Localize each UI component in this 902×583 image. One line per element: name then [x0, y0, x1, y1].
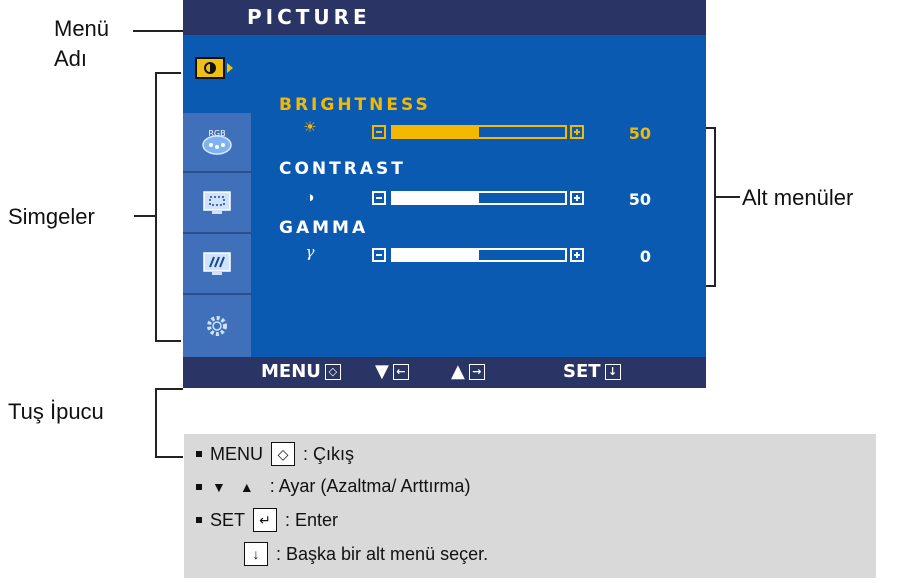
picture-icon-glyph — [204, 62, 216, 74]
right-arrow-icon: → — [468, 363, 485, 380]
menu-name-line1: Menü — [54, 16, 110, 41]
gamma-label[interactable]: GAMMA — [279, 218, 368, 238]
contrast-label[interactable]: CONTRAST — [279, 159, 406, 179]
gamma-icon: γ — [305, 243, 315, 261]
key-hint-bracket-bottom — [155, 456, 183, 458]
menu-name-leader — [133, 30, 183, 32]
brightness-label[interactable]: BRIGHTNESS — [279, 95, 431, 115]
down-triangle-icon: ▼ — [212, 478, 226, 495]
picture-icon-screen — [195, 57, 225, 79]
bullet-icon — [196, 517, 202, 523]
legend-set-desc: : Enter — [285, 509, 339, 530]
brightness-slider-fill — [393, 127, 479, 137]
settings-icon[interactable] — [183, 296, 251, 356]
down-arrow-key-icon: ↓ — [244, 542, 268, 566]
gamma-value: 0 — [639, 247, 651, 266]
contrast-minus-icon[interactable] — [372, 191, 386, 205]
legend-row-set: SET ↵ : Enter — [196, 508, 338, 532]
brightness-slider[interactable] — [391, 125, 567, 139]
set-key-label: SET — [563, 361, 601, 382]
bullet-icon — [196, 451, 202, 457]
icons-callout: Simgeler — [8, 204, 95, 229]
brightness-minus-icon[interactable] — [372, 125, 386, 139]
down-triangle-icon: ▼ — [375, 361, 389, 382]
up-triangle-icon: ▲ — [451, 361, 465, 382]
tracking-icon-glyph — [203, 252, 231, 275]
enter-key-icon: ↵ — [253, 508, 278, 532]
set-key-hint[interactable]: SET ↓ — [563, 361, 621, 382]
selected-arrow-icon — [227, 63, 233, 73]
menu-name-line2: Adı — [54, 46, 88, 71]
tracking-icon[interactable] — [183, 235, 251, 295]
osd-title-bar: PICTURE — [183, 0, 706, 35]
brightness-icon: ☀ — [303, 119, 317, 136]
menu-key-label: MENU — [261, 361, 321, 382]
legend-row-down: ↓ : Başka bir alt menü seçer. — [240, 542, 488, 566]
key-legend-box: MENU ◇ : Çıkış ▼ ▲ : Ayar (Azaltma/ Artt… — [184, 434, 876, 578]
menu-icon-column: RGB — [183, 113, 251, 357]
icons-bracket-top — [155, 72, 181, 74]
rgb-icon[interactable]: RGB — [183, 113, 251, 173]
key-hint-bracket-v — [155, 388, 157, 458]
contrast-slider-fill — [393, 193, 479, 203]
icons-bracket-bottom — [155, 340, 181, 342]
gamma-minus-icon[interactable] — [372, 248, 386, 262]
submenus-leader-h — [714, 196, 740, 198]
legend-menu-key: MENU — [210, 443, 263, 464]
up-key-hint[interactable]: ▲ → — [451, 361, 485, 382]
icons-bracket-v — [155, 72, 157, 342]
down-arrow-icon: ↓ — [604, 363, 621, 380]
left-arrow-icon: ← — [392, 363, 409, 380]
osd-main-panel: RGB BRIGHTNESS ☀ 50 CONTRAST ◑ 50 GAMMA … — [183, 35, 706, 357]
icons-leader-h — [134, 215, 156, 217]
rgb-icon-text: RGB — [208, 129, 225, 138]
down-key-hint[interactable]: ▼ ← — [375, 361, 409, 382]
position-icon-glyph — [203, 191, 231, 214]
legend-row-menu: MENU ◇ : Çıkış — [196, 442, 354, 466]
gamma-slider-fill — [393, 250, 479, 260]
position-icon[interactable] — [183, 174, 251, 234]
brightness-plus-icon[interactable] — [570, 125, 584, 139]
menu-key-hint[interactable]: MENU ◇ — [261, 361, 341, 382]
settings-icon-glyph — [207, 316, 227, 336]
menu-exit-icon: ◇ — [324, 363, 341, 380]
submenus-callout: Alt menüler — [742, 185, 854, 210]
contrast-slider[interactable] — [391, 191, 567, 205]
key-hint-bracket-top — [155, 388, 183, 390]
rgb-icon-glyph: RGB — [202, 129, 232, 155]
contrast-plus-icon[interactable] — [570, 191, 584, 205]
legend-row-adjust: ▼ ▲ : Ayar (Azaltma/ Arttırma) — [196, 476, 470, 497]
submenus-bracket-v — [714, 127, 716, 287]
gamma-slider[interactable] — [391, 248, 567, 262]
legend-set-key: SET — [210, 509, 246, 530]
brightness-value: 50 — [628, 124, 651, 143]
menu-name-callout: Menü Adı — [54, 14, 109, 74]
gamma-plus-icon[interactable] — [570, 248, 584, 262]
legend-menu-desc: : Çıkış — [303, 443, 355, 464]
contrast-icon: ◑ — [305, 189, 315, 206]
up-triangle-icon: ▲ — [239, 478, 254, 495]
key-hint-callout: Tuş İpucu — [8, 399, 104, 424]
contrast-value: 50 — [628, 190, 651, 209]
menu-exit-key-icon: ◇ — [271, 442, 295, 466]
osd-menu-title: PICTURE — [247, 5, 371, 29]
picture-icon[interactable] — [183, 35, 243, 95]
legend-down-desc: : Başka bir alt menü seçer. — [276, 543, 489, 564]
osd-key-bar: MENU ◇ ▼ ← ▲ → SET ↓ — [183, 357, 706, 388]
bullet-icon — [196, 483, 202, 490]
legend-adjust-desc: : Ayar (Azaltma/ Arttırma) — [269, 476, 471, 496]
